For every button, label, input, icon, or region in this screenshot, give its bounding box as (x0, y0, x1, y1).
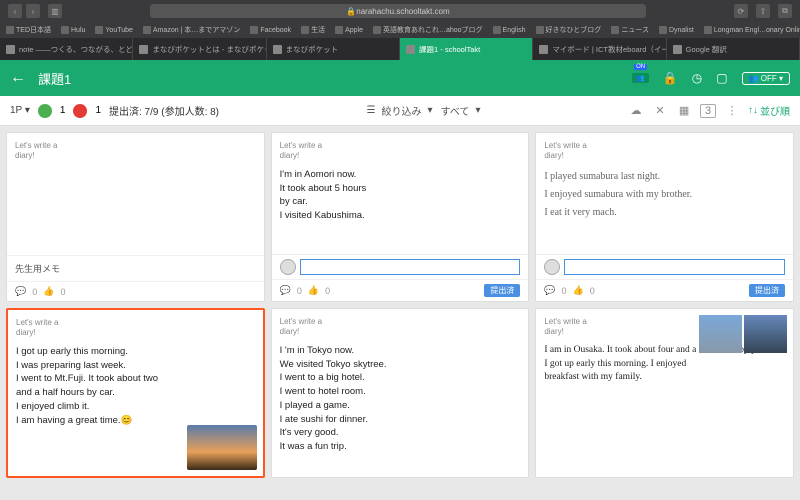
red-count: 1 (95, 105, 101, 116)
bookmark-item[interactable]: YouTube (95, 26, 133, 34)
submission-card[interactable]: Let's write adiary! I got up early this m… (6, 308, 265, 478)
card-grid: Let's write adiary!先生用メモ💬0👍0Let's write … (0, 126, 800, 484)
like-icon[interactable]: 👍 (308, 285, 319, 296)
count-box[interactable]: 3 (700, 104, 716, 118)
bookmark-item[interactable]: English (493, 26, 526, 34)
url-bar[interactable]: 🔒 narahachu.schooltakt.com (150, 4, 646, 18)
status-badge: 提出済 (484, 284, 520, 297)
shuffle-icon[interactable]: ✕ (652, 104, 668, 118)
browser-chrome-top: ‹ › ▥ 🔒 narahachu.schooltakt.com ⟳ ⇧ ⧉ (0, 0, 800, 22)
more-icon[interactable]: ⋮ (724, 104, 740, 118)
off-badge[interactable]: 👥 OFF ▾ (742, 72, 790, 85)
comment-input[interactable] (564, 259, 785, 275)
handwritten-text: I played sumabura last night. I enjoyed … (544, 168, 785, 222)
share-icon[interactable]: ⇧ (756, 4, 770, 18)
browser-tab[interactable]: まなびポケットとは - まなびポケット｜… (133, 38, 266, 60)
back-arrow[interactable]: ← (10, 69, 26, 87)
submission-card[interactable]: Let's write adiary! I'm in Aomori now. It… (271, 132, 530, 302)
bookmark-item[interactable]: 英語教育あれこれ…ahooブログ (373, 25, 483, 35)
browser-tabs: note ――つくる、つながる、とどける。まなびポケットとは - まなびポケット… (0, 38, 800, 60)
browser-tab[interactable]: note ――つくる、つながる、とどける。 (0, 38, 133, 60)
comment-count: 0 (297, 286, 302, 296)
face-green-icon[interactable] (38, 104, 52, 118)
timer-icon[interactable]: ◷ (692, 71, 702, 85)
grid-icon[interactable]: ▦ (676, 104, 692, 118)
like-count: 0 (590, 286, 595, 296)
like-count: 0 (60, 287, 65, 297)
toolbar: 1P ▾ 1 1 提出済: 7/9 (参加人数: 8) ☰ 絞り込み ▾ すべて… (0, 96, 800, 126)
bookmark-item[interactable]: 好きなひとブログ (536, 25, 602, 35)
sort-button[interactable]: ↑↓ 並び順 (748, 103, 790, 118)
face-red-icon[interactable] (73, 104, 87, 118)
like-icon[interactable]: 👍 (573, 285, 584, 296)
browser-tab[interactable]: 課題1 - schoolTakt (400, 38, 533, 60)
image-thumb (187, 425, 257, 470)
submission-card[interactable]: Let's write adiary!I am in Ousaka. It to… (535, 308, 794, 478)
bookmark-item[interactable]: Amazon | 本…までアマゾン (143, 25, 240, 35)
green-count: 1 (60, 105, 66, 116)
comment-icon[interactable]: 💬 (15, 286, 26, 297)
avatar (544, 259, 560, 275)
cloud-icon[interactable]: ☁ (628, 104, 644, 118)
prompt-text: Let's write adiary! (15, 141, 256, 162)
prompt-text: Let's write adiary! (280, 141, 521, 162)
lock-icon[interactable]: 🔒 (663, 71, 678, 85)
teacher-memo[interactable]: 先生用メモ (7, 255, 264, 281)
filter-dropdown[interactable]: ☰ 絞り込み ▾ (367, 103, 433, 118)
bookmark-item[interactable]: Apple (335, 26, 363, 34)
bookmarks-bar: TED日本語 Hulu YouTube Amazon | 本…までアマゾン Facebo… (0, 22, 800, 38)
browser-tab[interactable]: まなびポケット (267, 38, 400, 60)
nav-back[interactable]: ‹ (8, 4, 22, 18)
bookmark-item[interactable]: TED日本語 (6, 25, 51, 35)
bookmark-item[interactable]: Facebook (250, 26, 291, 34)
diary-text: I 'm in Tokyo now. We visited Tokyo skyt… (280, 344, 521, 454)
page-indicator[interactable]: 1P ▾ (10, 105, 30, 116)
comment-icon[interactable]: 💬 (544, 285, 555, 296)
status-badge: 提出済 (749, 284, 785, 297)
comment-icon[interactable]: 💬 (280, 285, 291, 296)
comment-count: 0 (32, 287, 37, 297)
image-thumb (699, 315, 787, 353)
like-count: 0 (325, 286, 330, 296)
prompt-text: Let's write adiary! (280, 317, 521, 338)
online-toggle[interactable]: 👥 (632, 73, 649, 83)
comment-input[interactable] (300, 259, 521, 275)
page-title: 課題1 (38, 69, 632, 88)
prompt-text: Let's write adiary! (16, 318, 255, 339)
avatar (280, 259, 296, 275)
sidebar-icon[interactable]: ▥ (48, 4, 62, 18)
prompt-text: Let's write adiary! (544, 141, 785, 162)
bookmark-item[interactable]: 生活 (301, 25, 325, 35)
submit-status: 提出済: 7/9 (参加人数: 8) (109, 103, 219, 118)
submission-card[interactable]: Let's write adiary! 先生用メモ 💬 0 👍 0 (6, 132, 265, 302)
tabs-icon[interactable]: ⧉ (778, 4, 792, 18)
reload-icon[interactable]: ⟳ (734, 4, 748, 18)
like-icon[interactable]: 👍 (43, 286, 54, 297)
browser-tab[interactable]: マイボード | ICT教材eboard（イーボ… (533, 38, 666, 60)
nav-fwd[interactable]: › (26, 4, 40, 18)
comment-count: 0 (562, 286, 567, 296)
bookmark-item[interactable]: Dynalist (659, 26, 694, 34)
bookmark-item[interactable]: Longman Engl…onary Online (704, 26, 800, 34)
browser-tab[interactable]: Google 翻訳 (667, 38, 800, 60)
diary-text: I got up early this morning. I was prepa… (16, 345, 255, 428)
bookmark-item[interactable]: Hulu (61, 26, 85, 34)
all-dropdown[interactable]: すべて ▾ (441, 103, 481, 118)
submission-card[interactable]: Let's write adiary! I 'm in Tokyo now. W… (271, 308, 530, 478)
diary-text: I'm in Aomori now. It took about 5 hours… (280, 168, 521, 223)
app-header: ← 課題1 👥 🔒 ◷ ▢ 👥 OFF ▾ (0, 60, 800, 96)
bookmark-item[interactable]: ニュース (611, 25, 649, 35)
present-icon[interactable]: ▢ (716, 71, 727, 85)
submission-card[interactable]: Let's write adiary! I played sumabura las… (535, 132, 794, 302)
